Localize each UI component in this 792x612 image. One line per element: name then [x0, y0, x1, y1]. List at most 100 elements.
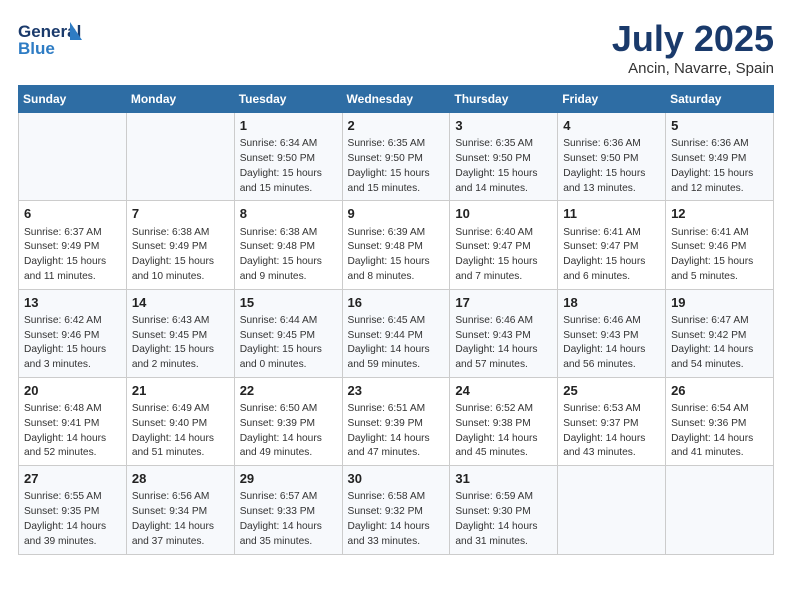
col-wednesday: Wednesday: [342, 86, 450, 113]
cell-content: Sunrise: 6:40 AM Sunset: 9:47 PM Dayligh…: [455, 226, 552, 285]
calendar-cell: 23 Sunrise: 6:51 AM Sunset: 9:39 PM Dayli…: [342, 377, 450, 465]
col-thursday: Thursday: [450, 86, 558, 113]
day-number: 20: [24, 382, 121, 400]
calendar-page: General Blue July 2025 Ancin, Navarre, S…: [0, 0, 792, 612]
calendar-cell: 26Sunrise: 6:54 AM Sunset: 9:36 PM Dayli…: [666, 377, 774, 465]
col-friday: Friday: [558, 86, 666, 113]
calendar-cell: 6 Sunrise: 6:37 AM Sunset: 9:49 PM Daylig…: [19, 201, 127, 289]
cell-content: Sunrise: 6:35 AM Sunset: 9:50 PM Dayligh…: [455, 137, 552, 196]
day-number: 31: [455, 470, 552, 488]
calendar-cell: 12Sunrise: 6:41 AM Sunset: 9:46 PM Dayli…: [666, 201, 774, 289]
day-number: 1: [240, 117, 337, 135]
day-number: 13: [24, 294, 121, 312]
calendar-cell: 15 Sunrise: 6:44 AM Sunset: 9:45 PM Dayli…: [234, 289, 342, 377]
day-number: 5: [671, 117, 768, 135]
calendar-row: 27 Sunrise: 6:55 AM Sunset: 9:35 PM Dayli…: [19, 466, 774, 554]
sub-title: Ancin, Navarre, Spain: [612, 60, 774, 77]
day-number: 27: [24, 470, 121, 488]
day-number: 3: [455, 117, 552, 135]
calendar-cell: 27 Sunrise: 6:55 AM Sunset: 9:35 PM Dayli…: [19, 466, 127, 554]
calendar-table: Sunday Monday Tuesday Wednesday Thursday…: [18, 85, 774, 555]
main-title: July 2025: [612, 18, 774, 60]
day-number: 24: [455, 382, 552, 400]
cell-content: Sunrise: 6:36 AM Sunset: 9:50 PM Dayligh…: [563, 137, 660, 196]
day-number: 22: [240, 382, 337, 400]
col-sunday: Sunday: [19, 86, 127, 113]
cell-content: Sunrise: 6:50 AM Sunset: 9:39 PM Dayligh…: [240, 402, 337, 461]
cell-content: Sunrise: 6:58 AM Sunset: 9:32 PM Dayligh…: [348, 490, 445, 549]
cell-content: Sunrise: 6:37 AM Sunset: 9:49 PM Dayligh…: [24, 226, 121, 285]
day-number: 15: [240, 294, 337, 312]
calendar-cell: 14Sunrise: 6:43 AM Sunset: 9:45 PM Dayli…: [126, 289, 234, 377]
day-number: 4: [563, 117, 660, 135]
day-number: 21: [132, 382, 229, 400]
calendar-cell: 2Sunrise: 6:35 AM Sunset: 9:50 PM Daylig…: [342, 113, 450, 201]
calendar-cell: 5 Sunrise: 6:36 AM Sunset: 9:49 PM Daylig…: [666, 113, 774, 201]
calendar-cell: 30 Sunrise: 6:58 AM Sunset: 9:32 PM Dayli…: [342, 466, 450, 554]
day-number: 28: [132, 470, 229, 488]
calendar-cell: 21 Sunrise: 6:49 AM Sunset: 9:40 PM Dayli…: [126, 377, 234, 465]
cell-content: Sunrise: 6:41 AM Sunset: 9:46 PM Dayligh…: [671, 226, 768, 285]
cell-content: Sunrise: 6:53 AM Sunset: 9:37 PM Dayligh…: [563, 402, 660, 461]
calendar-cell: 19Sunrise: 6:47 AM Sunset: 9:42 PM Dayli…: [666, 289, 774, 377]
calendar-cell: 10Sunrise: 6:40 AM Sunset: 9:47 PM Dayli…: [450, 201, 558, 289]
cell-content: Sunrise: 6:49 AM Sunset: 9:40 PM Dayligh…: [132, 402, 229, 461]
calendar-cell: [19, 113, 127, 201]
day-number: 23: [348, 382, 445, 400]
cell-content: Sunrise: 6:57 AM Sunset: 9:33 PM Dayligh…: [240, 490, 337, 549]
day-number: 26: [671, 382, 768, 400]
cell-content: Sunrise: 6:42 AM Sunset: 9:46 PM Dayligh…: [24, 314, 121, 373]
day-number: 30: [348, 470, 445, 488]
cell-content: Sunrise: 6:38 AM Sunset: 9:48 PM Dayligh…: [240, 226, 337, 285]
day-number: 25: [563, 382, 660, 400]
day-number: 29: [240, 470, 337, 488]
header-row: Sunday Monday Tuesday Wednesday Thursday…: [19, 86, 774, 113]
col-tuesday: Tuesday: [234, 86, 342, 113]
calendar-cell: 24 Sunrise: 6:52 AM Sunset: 9:38 PM Dayli…: [450, 377, 558, 465]
calendar-cell: 17 Sunrise: 6:46 AM Sunset: 9:43 PM Dayli…: [450, 289, 558, 377]
calendar-cell: 22 Sunrise: 6:50 AM Sunset: 9:39 PM Dayli…: [234, 377, 342, 465]
calendar-row: 13 Sunrise: 6:42 AM Sunset: 9:46 PM Dayli…: [19, 289, 774, 377]
calendar-cell: 3 Sunrise: 6:35 AM Sunset: 9:50 PM Daylig…: [450, 113, 558, 201]
calendar-cell: [558, 466, 666, 554]
col-saturday: Saturday: [666, 86, 774, 113]
day-number: 8: [240, 205, 337, 223]
day-number: 6: [24, 205, 121, 223]
cell-content: Sunrise: 6:56 AM Sunset: 9:34 PM Dayligh…: [132, 490, 229, 549]
cell-content: Sunrise: 6:55 AM Sunset: 9:35 PM Dayligh…: [24, 490, 121, 549]
day-number: 7: [132, 205, 229, 223]
cell-content: Sunrise: 6:52 AM Sunset: 9:38 PM Dayligh…: [455, 402, 552, 461]
cell-content: Sunrise: 6:46 AM Sunset: 9:43 PM Dayligh…: [563, 314, 660, 373]
calendar-row: 1Sunrise: 6:34 AM Sunset: 9:50 PM Daylig…: [19, 113, 774, 201]
calendar-cell: 20 Sunrise: 6:48 AM Sunset: 9:41 PM Dayli…: [19, 377, 127, 465]
col-monday: Monday: [126, 86, 234, 113]
calendar-cell: [666, 466, 774, 554]
calendar-cell: 11 Sunrise: 6:41 AM Sunset: 9:47 PM Dayli…: [558, 201, 666, 289]
cell-content: Sunrise: 6:51 AM Sunset: 9:39 PM Dayligh…: [348, 402, 445, 461]
day-number: 19: [671, 294, 768, 312]
svg-text:Blue: Blue: [18, 39, 55, 58]
day-number: 14: [132, 294, 229, 312]
calendar-body: 1Sunrise: 6:34 AM Sunset: 9:50 PM Daylig…: [19, 113, 774, 555]
calendar-cell: 7Sunrise: 6:38 AM Sunset: 9:49 PM Daylig…: [126, 201, 234, 289]
calendar-cell: 9Sunrise: 6:39 AM Sunset: 9:48 PM Daylig…: [342, 201, 450, 289]
cell-content: Sunrise: 6:45 AM Sunset: 9:44 PM Dayligh…: [348, 314, 445, 373]
calendar-cell: 13 Sunrise: 6:42 AM Sunset: 9:46 PM Dayli…: [19, 289, 127, 377]
cell-content: Sunrise: 6:46 AM Sunset: 9:43 PM Dayligh…: [455, 314, 552, 373]
day-number: 11: [563, 205, 660, 223]
calendar-cell: 18 Sunrise: 6:46 AM Sunset: 9:43 PM Dayli…: [558, 289, 666, 377]
day-number: 17: [455, 294, 552, 312]
cell-content: Sunrise: 6:59 AM Sunset: 9:30 PM Dayligh…: [455, 490, 552, 549]
calendar-cell: 16Sunrise: 6:45 AM Sunset: 9:44 PM Dayli…: [342, 289, 450, 377]
calendar-row: 20 Sunrise: 6:48 AM Sunset: 9:41 PM Dayli…: [19, 377, 774, 465]
day-number: 18: [563, 294, 660, 312]
logo-svg: General Blue: [18, 18, 86, 62]
calendar-row: 6 Sunrise: 6:37 AM Sunset: 9:49 PM Daylig…: [19, 201, 774, 289]
cell-content: Sunrise: 6:41 AM Sunset: 9:47 PM Dayligh…: [563, 226, 660, 285]
calendar-cell: 31 Sunrise: 6:59 AM Sunset: 9:30 PM Dayli…: [450, 466, 558, 554]
cell-content: Sunrise: 6:48 AM Sunset: 9:41 PM Dayligh…: [24, 402, 121, 461]
day-number: 2: [348, 117, 445, 135]
cell-content: Sunrise: 6:36 AM Sunset: 9:49 PM Dayligh…: [671, 137, 768, 196]
header: General Blue July 2025 Ancin, Navarre, S…: [18, 18, 774, 77]
cell-content: Sunrise: 6:44 AM Sunset: 9:45 PM Dayligh…: [240, 314, 337, 373]
